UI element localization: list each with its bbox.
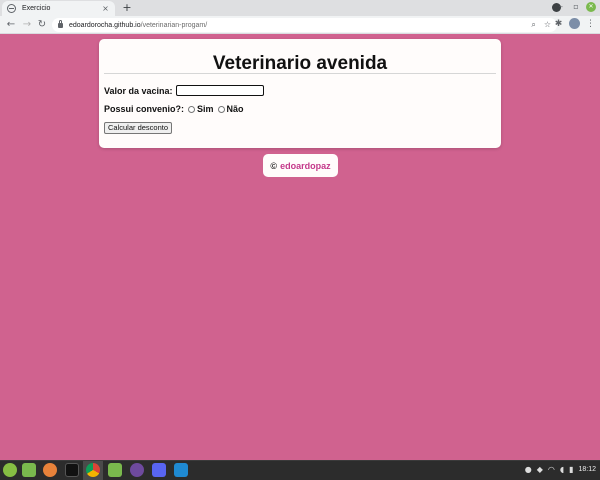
convenio-row: Possui convenio?: Sim Não: [104, 104, 244, 114]
maximize-button[interactable]: ▫: [571, 2, 581, 12]
radio-yes-label[interactable]: Sim: [197, 104, 214, 114]
radio-yes[interactable]: [188, 105, 196, 113]
close-window-button[interactable]: ✕: [586, 2, 596, 12]
terminal-icon[interactable]: [65, 463, 79, 477]
profile-avatar[interactable]: [569, 18, 580, 29]
start-menu-icon[interactable]: [3, 463, 17, 477]
discord-icon[interactable]: ●: [525, 465, 532, 474]
clock[interactable]: 18:12: [578, 466, 596, 473]
github-icon[interactable]: [130, 463, 144, 477]
tab-title: Exercicio: [22, 5, 51, 12]
vaccine-label: Valor da vacina:: [104, 85, 173, 96]
zoom-icon[interactable]: ⌕: [531, 20, 535, 30]
calculate-discount-button[interactable]: Calcular desconto: [104, 122, 173, 134]
back-button[interactable]: ←: [4, 18, 18, 32]
radio-no[interactable]: [217, 105, 225, 113]
wifi-icon[interactable]: ◠: [548, 465, 555, 474]
files-icon[interactable]: [108, 463, 122, 477]
lock-icon[interactable]: [58, 19, 63, 28]
address-bar[interactable]: edoardorocha.github.io /veterinarian-pro…: [52, 18, 557, 32]
browser-tab-strip: Exercicio × + – ▫ ✕: [0, 0, 600, 16]
shield-icon[interactable]: ◆: [537, 465, 543, 474]
chrome-icon[interactable]: [86, 463, 100, 477]
title-divider: [104, 73, 496, 74]
extension-area: ✱ ⋮: [553, 18, 596, 29]
system-tray: ● ◆ ◠ ◖ ▮ 18:12: [525, 465, 596, 474]
minimize-button[interactable]: –: [556, 2, 566, 12]
reload-button[interactable]: ↻: [35, 18, 49, 32]
url-host: edoardorocha.github.io: [69, 21, 141, 29]
browser-tab[interactable]: Exercicio ×: [2, 1, 115, 16]
browser-toolbar: ← → ↻ edoardorocha.github.io /veterinari…: [0, 16, 600, 34]
forward-button[interactable]: →: [20, 18, 34, 32]
vscode-icon[interactable]: [174, 463, 188, 477]
new-tab-button[interactable]: +: [120, 1, 134, 15]
folder-icon[interactable]: [22, 463, 36, 477]
copyright-symbol: ©: [270, 160, 278, 171]
battery-icon[interactable]: ▮: [569, 465, 573, 474]
page-title: Veterinario avenida: [212, 53, 388, 74]
url-path: /veterinarian-progam/: [140, 21, 208, 29]
star-icon[interactable]: ☆: [544, 20, 551, 30]
window-controls: – ▫ ✕: [556, 2, 596, 12]
radio-no-label[interactable]: Não: [227, 104, 244, 114]
firefox-icon[interactable]: [43, 463, 57, 477]
tab-close-button[interactable]: ×: [101, 4, 110, 13]
footer: © edoardopaz: [263, 154, 338, 177]
convenio-label: Possui convenio?:: [104, 104, 185, 114]
author-link[interactable]: edoardopaz: [280, 161, 331, 171]
vaccine-value-input[interactable]: [175, 85, 264, 96]
vaccine-row: Valor da vacina:: [104, 85, 264, 96]
discord-app-icon[interactable]: [152, 463, 166, 477]
form-card: Veterinario avenida Valor da vacina: Pos…: [99, 39, 501, 148]
menu-icon[interactable]: ⋮: [585, 19, 596, 29]
volume-icon[interactable]: ◖: [560, 465, 564, 474]
globe-icon: [7, 4, 16, 13]
extensions-icon[interactable]: ✱: [553, 19, 564, 29]
